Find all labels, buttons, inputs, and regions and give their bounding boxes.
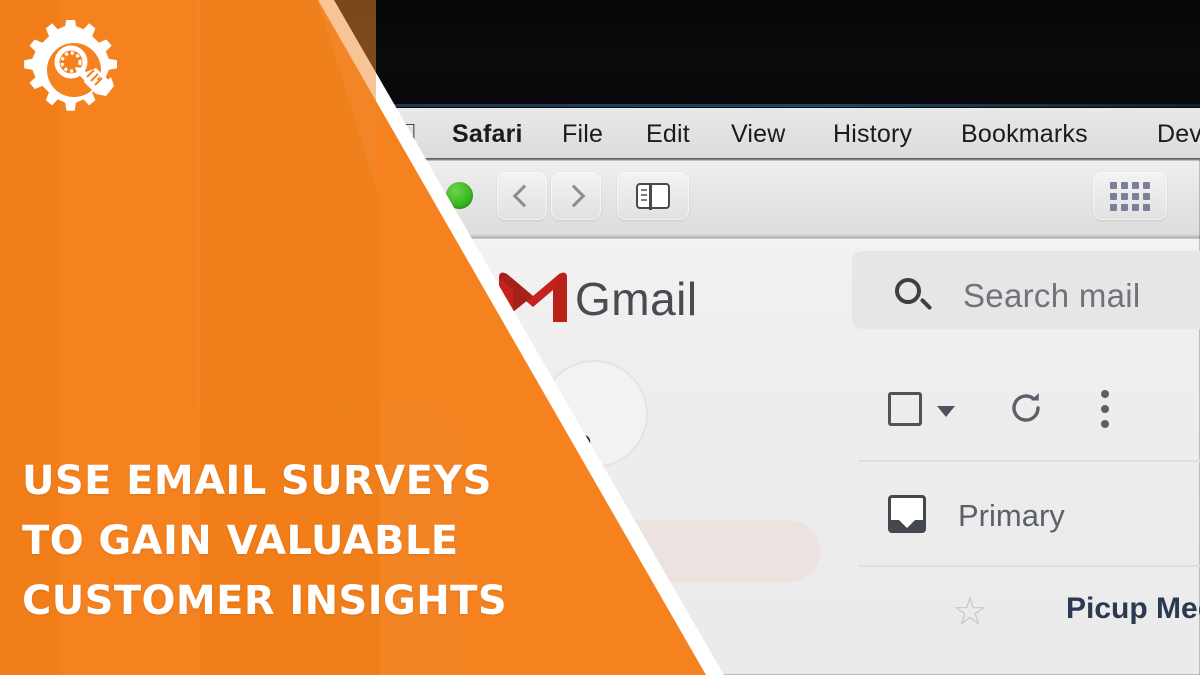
chevron-right-icon xyxy=(562,184,586,208)
chevron-left-icon xyxy=(512,184,536,208)
divider xyxy=(858,460,1200,462)
star-outline-icon[interactable]: ☆ xyxy=(952,592,988,632)
refresh-icon[interactable] xyxy=(1008,390,1044,426)
sidebar-toggle-button[interactable] xyxy=(617,172,689,220)
forward-button[interactable] xyxy=(551,172,601,220)
grid-tabs-icon xyxy=(1110,181,1150,211)
search-icon xyxy=(895,278,921,304)
tab-primary[interactable]: Primary xyxy=(958,498,1065,534)
chevron-down-icon[interactable] xyxy=(937,406,955,417)
inbox-icon xyxy=(888,495,926,533)
gmail-wordmark: Gmail xyxy=(575,273,698,325)
back-button[interactable] xyxy=(497,172,547,220)
sidebar-toggle-icon xyxy=(636,183,670,210)
menu-item-bookmarks[interactable]: Bookmarks xyxy=(961,120,1088,149)
headline-line-1: USE EMAIL SURVEYS xyxy=(22,458,492,504)
menu-item-safari[interactable]: Safari xyxy=(452,120,523,149)
headline-line-2: TO GAIN VALUABLE xyxy=(22,518,459,564)
page-title: USE EMAIL SURVEYS TO GAIN VALUABLE CUSTO… xyxy=(22,458,542,638)
menu-item-history[interactable]: History xyxy=(833,120,912,149)
select-all-checkbox[interactable] xyxy=(888,392,922,426)
gear-magnifier-wrench-logo xyxy=(24,17,128,124)
more-vertical-icon[interactable] xyxy=(1101,390,1109,428)
message-sender[interactable]: Picup Med xyxy=(1066,592,1200,626)
tab-overview-button[interactable] xyxy=(1093,172,1167,220)
headline-line-3: CUSTOMER INSIGHTS xyxy=(22,578,508,624)
menu-item-view[interactable]: View xyxy=(731,120,786,149)
search-placeholder: Search mail xyxy=(963,277,1141,314)
divider xyxy=(858,565,1200,567)
menu-item-develop[interactable]: Deve xyxy=(1157,120,1200,149)
menu-item-file[interactable]: File xyxy=(562,120,603,149)
menu-item-edit[interactable]: Edit xyxy=(646,120,690,149)
